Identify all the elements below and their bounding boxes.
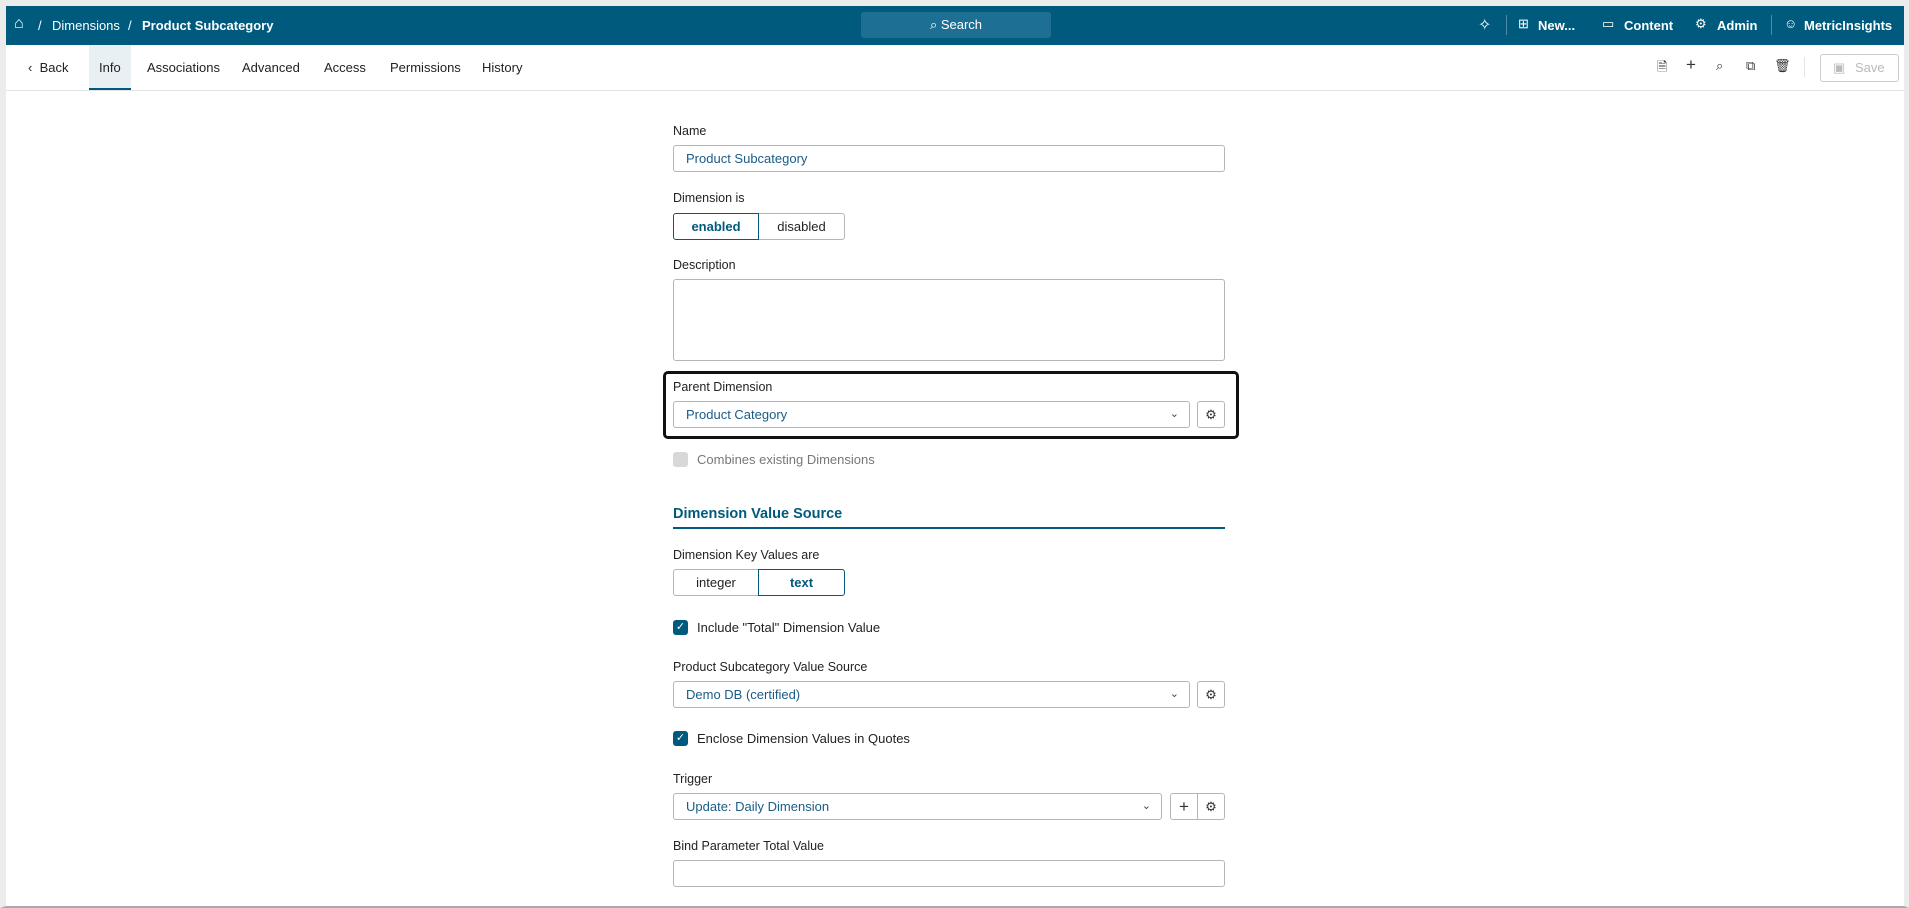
tab-permissions[interactable]: Permissions xyxy=(380,45,471,90)
save-icon: ▣ xyxy=(1833,60,1846,75)
description-label: Description xyxy=(673,258,736,272)
tab-associations[interactable]: Associations xyxy=(137,45,230,90)
bind-total-input[interactable] xyxy=(673,860,1225,887)
section-divider xyxy=(673,527,1225,529)
divider xyxy=(1771,15,1772,35)
gear-icon: ⚙ xyxy=(1205,799,1217,814)
chevron-left-icon: ‹ xyxy=(28,60,40,75)
bind-total-label: Bind Parameter Total Value xyxy=(673,839,825,853)
key-integer[interactable]: integer xyxy=(673,569,759,596)
status-disabled[interactable]: disabled xyxy=(758,213,845,240)
tab-advanced[interactable]: Advanced xyxy=(232,45,310,90)
new-button[interactable]: New... xyxy=(1538,18,1575,33)
description-textarea[interactable] xyxy=(673,279,1225,361)
gear-icon: ⚙ xyxy=(1205,687,1217,702)
user-icon: ☺ xyxy=(1784,16,1798,31)
include-total-label: Include "Total" Dimension Value xyxy=(697,620,881,635)
home-icon[interactable]: ⌂ xyxy=(14,15,24,33)
parent-dimension-select[interactable]: Product Category ⌄ xyxy=(673,401,1190,428)
value-source-value: Demo DB (certified) xyxy=(686,687,801,702)
name-input[interactable]: Product Subcategory xyxy=(673,145,1225,172)
trigger-settings-button[interactable]: ⚙ xyxy=(1197,793,1225,820)
document-icon[interactable]: 🗎 xyxy=(1657,58,1677,78)
back-label: Back xyxy=(39,60,69,75)
value-source-settings-button[interactable]: ⚙ xyxy=(1197,681,1225,708)
chevron-down-icon: ⌄ xyxy=(1141,800,1151,812)
user-menu[interactable]: MetricInsights xyxy=(1804,18,1892,33)
breadcrumb-separator: / xyxy=(128,18,132,33)
divider xyxy=(1804,57,1805,77)
gear-icon: ⚙ xyxy=(1695,16,1707,31)
enclose-quotes-label: Enclose Dimension Values in Quotes xyxy=(697,731,910,746)
value-source-select[interactable]: Demo DB (certified) ⌄ xyxy=(673,681,1190,708)
status-label: Dimension is xyxy=(673,191,745,205)
new-icon: ⊞ xyxy=(1518,16,1529,31)
enclose-quotes-checkbox[interactable]: ✓ xyxy=(673,731,688,746)
back-button[interactable]: ‹ Back xyxy=(18,45,78,90)
search-icon: ⌕ xyxy=(929,17,941,32)
breadcrumb-separator: / xyxy=(38,18,42,33)
combines-label: Combines existing Dimensions xyxy=(697,452,875,467)
copy-icon[interactable]: ⧉ xyxy=(1746,58,1766,78)
combines-checkbox[interactable] xyxy=(673,452,688,467)
trigger-value: Update: Daily Dimension xyxy=(686,799,830,814)
parent-label: Parent Dimension xyxy=(673,380,773,394)
section-title: Dimension Value Source xyxy=(673,506,843,522)
content-button[interactable]: Content xyxy=(1624,18,1673,33)
value-source-label: Product Subcategory Value Source xyxy=(673,660,868,674)
window-frame xyxy=(0,0,1909,908)
top-header: ⌂ / Dimensions / Product Subcategory ⌕ S… xyxy=(6,6,1904,45)
breadcrumb-current: Product Subcategory xyxy=(142,18,274,33)
gear-icon: ⚙ xyxy=(1205,407,1217,422)
search-button[interactable]: ⌕ Search xyxy=(861,12,1051,38)
key-text[interactable]: text xyxy=(758,569,845,596)
chevron-down-icon: ⌄ xyxy=(1169,408,1179,420)
include-total-checkbox[interactable]: ✓ xyxy=(673,620,688,635)
tab-info[interactable]: Info xyxy=(89,45,131,90)
tab-history[interactable]: History xyxy=(472,45,532,90)
key-values-label: Dimension Key Values are xyxy=(673,548,820,562)
search-icon[interactable]: ⌕ xyxy=(1716,58,1736,78)
name-label: Name xyxy=(673,124,707,138)
parent-settings-button[interactable]: ⚙ xyxy=(1197,401,1225,428)
admin-button[interactable]: Admin xyxy=(1717,18,1757,33)
trigger-select[interactable]: Update: Daily Dimension ⌄ xyxy=(673,793,1162,820)
folder-icon: ▭ xyxy=(1602,16,1615,31)
tab-access[interactable]: Access xyxy=(314,45,376,90)
save-button[interactable]: ▣ Save xyxy=(1820,54,1899,82)
plus-icon[interactable]: + xyxy=(1686,55,1706,75)
tab-bar: ‹ Back Info Associations Advanced Access… xyxy=(6,45,1904,91)
breadcrumb-dimensions[interactable]: Dimensions xyxy=(52,18,120,33)
search-label: Search xyxy=(940,17,983,32)
status-enabled[interactable]: enabled xyxy=(673,213,759,240)
save-label: Save xyxy=(1855,60,1885,75)
divider xyxy=(1506,15,1507,35)
add-trigger-button[interactable]: + xyxy=(1170,793,1198,820)
trash-icon[interactable]: 🗑 xyxy=(1774,58,1794,78)
parent-value: Product Category xyxy=(686,407,788,422)
plus-icon: + xyxy=(1179,797,1189,816)
chevron-down-icon: ⌄ xyxy=(1169,688,1179,700)
assistant-icon[interactable]: ✧ xyxy=(1478,15,1491,35)
trigger-label: Trigger xyxy=(673,772,713,786)
